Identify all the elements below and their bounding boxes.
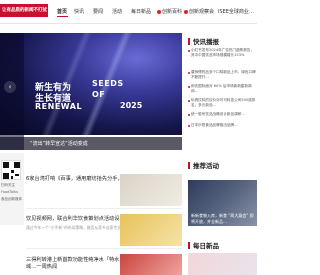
bullet-icon xyxy=(188,50,190,52)
hero-caption-bar xyxy=(0,137,182,150)
daily-new-image[interactable] xyxy=(188,253,257,275)
recommend-section-title: 推荐活动 xyxy=(188,160,219,170)
divider xyxy=(26,248,182,249)
qr-label-2: FoodTalks xyxy=(1,190,18,194)
hero-headline-en-1: SEEDS xyxy=(92,79,124,88)
hero-banner[interactable] xyxy=(0,33,182,135)
nav-item-innovation-wiki[interactable]: 创新百科 xyxy=(157,8,182,15)
flash-section-label: 快讯播报 xyxy=(193,38,219,46)
flash-item[interactable]: 统一股份饮品战略设计新品调研… xyxy=(191,112,257,117)
recommend-event-text[interactable]: 新新食物入库，新食 “两大展会” 即将开放，并全新品… xyxy=(191,213,255,224)
recommend-section-label: 推荐活动 xyxy=(193,162,219,170)
hero-year: 2025 xyxy=(120,101,143,110)
news-thumbnail[interactable] xyxy=(120,214,182,246)
flash-item[interactable]: 小红书发布2024年广告热门趋势报告，其中中国饮品市场规模增长153% xyxy=(191,48,257,58)
nav-item-observation-label: 创新观察会 xyxy=(189,9,215,15)
flash-item[interactable]: 日本乐短食品品牌推出品牌… xyxy=(191,123,257,128)
nav-item-observation[interactable]: 创新观察会 xyxy=(184,8,214,15)
qr-label-1: 扫码关注 xyxy=(1,183,15,187)
bullet-icon xyxy=(188,86,190,88)
live-dot-icon xyxy=(157,9,161,14)
divider xyxy=(26,208,182,209)
flash-section-title: 快讯播报 xyxy=(188,36,219,46)
daily-new-section-title: 每日新品 xyxy=(188,240,219,250)
nav-item-home[interactable]: 首页 xyxy=(57,8,67,15)
bullet-icon xyxy=(188,72,190,74)
nav-item-news[interactable]: 要闻 xyxy=(93,8,103,15)
bullet-icon xyxy=(188,114,190,116)
qr-code-icon xyxy=(1,160,21,180)
live-dot-icon xyxy=(184,9,188,14)
nav-item-innovation-wiki-label: 创新百科 xyxy=(162,9,183,15)
hero-caption[interactable]: “流出”转早宣达”活动变成 xyxy=(30,140,88,147)
nav-item-isee[interactable]: iSEE全球商业… xyxy=(218,8,254,15)
bullet-icon xyxy=(188,125,190,127)
bullet-icon xyxy=(188,100,190,102)
flash-item[interactable]: 康师傅药品多个口味新品上市，绿色口碑不断提升… xyxy=(191,70,257,80)
flash-item[interactable]: 玩具饮料的议价对可可科技公司500强排名，多元新品… xyxy=(191,98,257,108)
nav-item-events[interactable]: 活动 xyxy=(112,8,122,15)
chevron-left-icon[interactable]: ‹ xyxy=(4,81,16,93)
flash-item[interactable]: 和氏国际面对 60% 后市场新新星新闻网… xyxy=(191,84,257,94)
hero-headline-en-2: OF xyxy=(92,90,106,99)
hero-headline-en-3: RENEWAL xyxy=(35,102,83,111)
news-thumbnail[interactable] xyxy=(120,174,182,206)
nav-item-daily-new[interactable]: 每日新品 xyxy=(131,8,151,15)
daily-new-section-label: 每日新品 xyxy=(193,242,219,250)
qr-label-3: 食品创新媒体 xyxy=(1,197,22,201)
nav-active-indicator xyxy=(57,16,68,17)
nav-item-flash[interactable]: 快讯 xyxy=(74,8,84,15)
site-logo[interactable]: 让有品质的新闻不打扰 xyxy=(0,4,48,17)
news-thumbnail[interactable] xyxy=(120,254,182,275)
